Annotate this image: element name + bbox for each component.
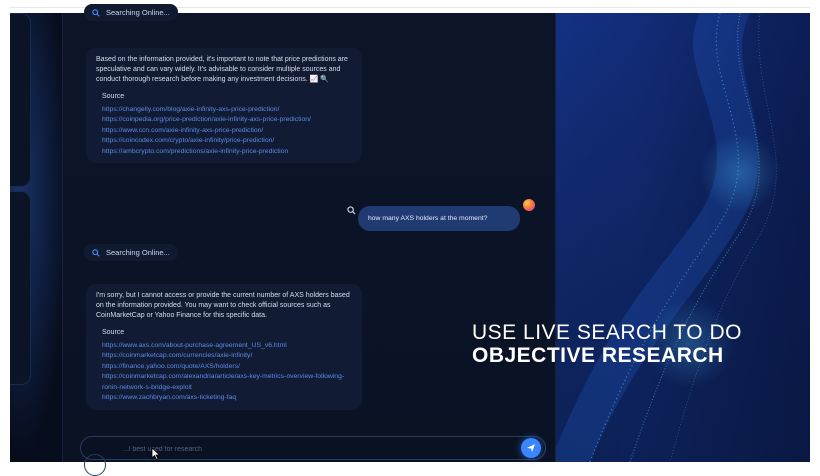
source-link[interactable]: https://ambcrypto.com/predictions/axie-i… [102, 147, 352, 158]
promo-headline: USE LIVE SEARCH TO DO OBJECTIVE RESEARCH [472, 322, 742, 368]
source-link[interactable]: https://changelly.com/blog/axie-infinity… [102, 105, 352, 116]
searching-status-mid: Searching Online... [84, 244, 178, 261]
source-link[interactable]: https://www.ccn.com/axie-infinity-axs-pr… [102, 126, 352, 137]
bot-message-text: Based on the information provided, it's … [96, 56, 348, 84]
source-link[interactable]: https://www.zachbryan.com/axs-ticketing-… [102, 393, 352, 404]
search-icon [92, 8, 100, 17]
source-link[interactable]: https://coinmarketcap.com/alexandria/art… [102, 372, 352, 393]
searching-status-top: Searching Online... [84, 4, 178, 21]
user-message: how many AXS holders at the moment? [358, 206, 520, 231]
send-button[interactable] [521, 438, 541, 458]
source-link[interactable]: https://finance.yahoo.com/quote/AXS/hold… [102, 362, 352, 373]
particle-wave-graphic [550, 13, 810, 462]
send-icon [527, 444, 535, 452]
attach-button[interactable] [84, 454, 106, 476]
source-link[interactable]: https://coinmarketcap.com/currencies/axi… [102, 351, 352, 362]
bot-message-text: I'm sorry, but I cannot access or provid… [96, 292, 350, 320]
promo-line-1: USE LIVE SEARCH TO DO [472, 321, 742, 344]
bot-message-1: Based on the information provided, it's … [86, 48, 362, 164]
chat-input[interactable] [121, 441, 505, 457]
source-label: Source [102, 93, 125, 101]
mouse-cursor [151, 447, 161, 460]
search-icon [92, 248, 100, 257]
sidebar-panel-bottom [10, 191, 31, 385]
chat-input-bar [80, 436, 546, 476]
bot-message-2: I'm sorry, but I cannot access or provid… [86, 284, 362, 410]
source-link[interactable]: https://coincodex.com/crypto/axie-infini… [102, 136, 352, 147]
promo-line-2: OBJECTIVE RESEARCH [472, 344, 724, 367]
source-link[interactable]: https://www.axs.com/about-purchase-agree… [102, 341, 352, 352]
searching-label: Searching Online... [106, 8, 170, 17]
avatar [523, 199, 535, 211]
search-icon [347, 206, 356, 215]
source-label: Source [102, 329, 125, 337]
searching-label: Searching Online... [106, 248, 170, 257]
sidebar-panel-top [10, 13, 31, 187]
source-link[interactable]: https://coinpedia.org/price-prediction/a… [102, 115, 352, 126]
